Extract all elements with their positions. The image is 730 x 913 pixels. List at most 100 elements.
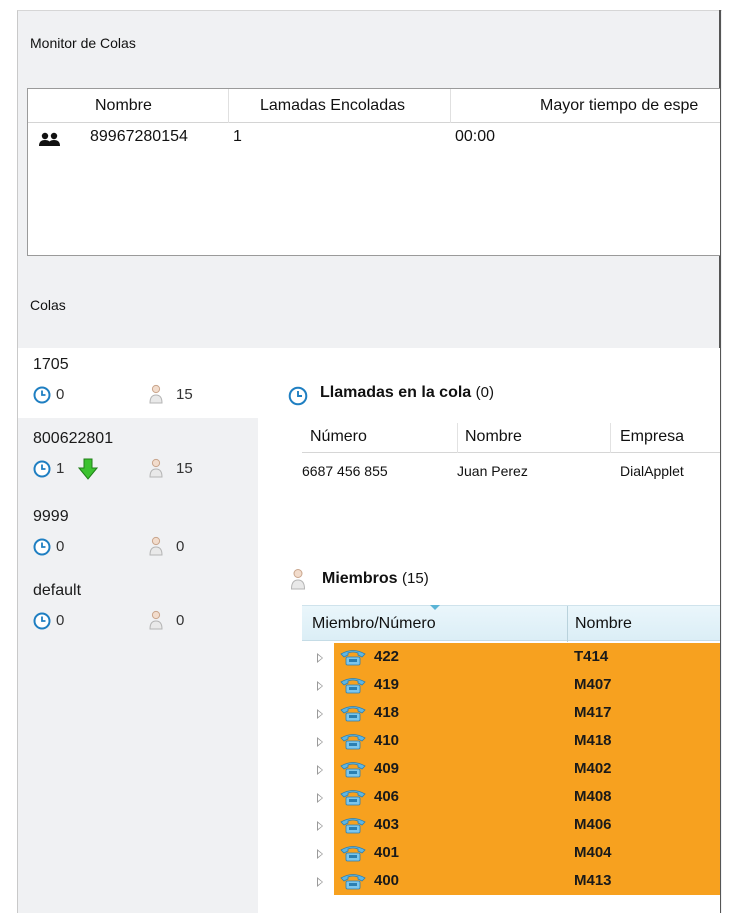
monitor-table: Nombre Lamadas Encoladas Mayor tiempo de… xyxy=(27,88,720,256)
member-row[interactable]: 400 M413 xyxy=(302,867,720,895)
person-icon xyxy=(290,569,306,590)
expand-icon[interactable] xyxy=(317,793,323,803)
member-name: M408 xyxy=(574,788,612,805)
waiting-count: 0 xyxy=(56,538,65,555)
queue-item[interactable]: 800622801 1 15 xyxy=(18,422,258,492)
colas-title: Colas xyxy=(30,297,66,313)
column-header-numero[interactable]: Número xyxy=(310,428,367,446)
queue-item[interactable]: 1705 0 15 xyxy=(18,348,258,418)
queue-name: default xyxy=(33,582,82,599)
column-separator[interactable] xyxy=(567,606,568,642)
phone-icon xyxy=(340,734,366,750)
queue-name-cell: 89967280154 xyxy=(90,128,188,145)
member-row[interactable]: 418 M417 xyxy=(302,699,720,727)
calls-title-text: Llamadas en la cola xyxy=(320,384,472,401)
clock-icon xyxy=(33,460,51,478)
call-empresa: DialApplet xyxy=(620,463,684,479)
expand-icon[interactable] xyxy=(317,653,323,663)
members-title-text: Miembros xyxy=(322,570,398,587)
member-row[interactable]: 410 M418 xyxy=(302,727,720,755)
clock-icon xyxy=(288,386,308,406)
members-table-header: Miembro/Número Nombre xyxy=(302,605,720,642)
table-row[interactable]: 89967280154 1 00:00 xyxy=(28,125,720,155)
member-row[interactable]: 406 M408 xyxy=(302,783,720,811)
person-icon xyxy=(149,610,163,630)
member-count: 0 xyxy=(176,538,185,555)
column-separator[interactable] xyxy=(457,423,458,453)
queue-item[interactable]: 9999 0 0 xyxy=(18,500,258,570)
clock-icon xyxy=(33,386,51,404)
member-number: 403 xyxy=(374,816,400,833)
waiting-count: 0 xyxy=(56,386,65,403)
call-nombre: Juan Perez xyxy=(457,463,528,479)
calls-count: (0) xyxy=(475,384,494,401)
member-name: M406 xyxy=(574,816,612,833)
clock-icon xyxy=(33,612,51,630)
member-count: 15 xyxy=(176,460,193,477)
queue-list: 1705 0 15 800622801 1 15 9999 0 0 defaul… xyxy=(18,348,258,913)
member-number: 418 xyxy=(374,704,400,721)
phone-icon xyxy=(340,846,366,862)
waiting-count: 0 xyxy=(56,612,65,629)
expand-icon[interactable] xyxy=(317,737,323,747)
queue-item[interactable]: default 0 0 xyxy=(18,574,258,644)
sort-indicator-icon xyxy=(430,605,440,610)
queue-name: 9999 xyxy=(33,508,69,525)
phone-icon xyxy=(340,762,366,778)
monitor-table-header: Nombre Lamadas Encoladas Mayor tiempo de… xyxy=(28,89,720,123)
member-name: M417 xyxy=(574,704,612,721)
member-name: T414 xyxy=(574,648,609,665)
column-separator[interactable] xyxy=(450,89,451,123)
calls-table-header: Número Nombre Empresa xyxy=(302,423,720,453)
phone-icon xyxy=(340,874,366,890)
expand-icon[interactable] xyxy=(317,765,323,775)
expand-icon[interactable] xyxy=(317,821,323,831)
member-number: 422 xyxy=(374,648,400,665)
member-row[interactable]: 409 M402 xyxy=(302,755,720,783)
waiting-count: 1 xyxy=(56,460,65,477)
member-number: 409 xyxy=(374,760,400,777)
member-name: M407 xyxy=(574,676,612,693)
group-icon xyxy=(38,132,62,151)
person-icon xyxy=(149,458,163,478)
phone-icon xyxy=(340,706,366,722)
expand-icon[interactable] xyxy=(317,877,323,887)
column-header-nombre[interactable]: Nombre xyxy=(95,97,152,115)
expand-icon[interactable] xyxy=(317,709,323,719)
member-number: 406 xyxy=(374,788,400,805)
column-header-miembro-numero[interactable]: Miembro/Número xyxy=(312,615,436,633)
person-icon xyxy=(149,536,163,556)
members-section-title: Miembros (15) xyxy=(322,570,429,588)
member-number: 410 xyxy=(374,732,400,749)
person-icon xyxy=(149,384,163,404)
member-row[interactable]: 403 M406 xyxy=(302,811,720,839)
member-count: 15 xyxy=(176,386,193,403)
column-header-empresa[interactable]: Empresa xyxy=(620,428,684,446)
table-row[interactable]: 6687 456 855 Juan Perez DialApplet xyxy=(302,460,720,484)
member-number: 400 xyxy=(374,872,400,889)
expand-icon[interactable] xyxy=(317,849,323,859)
member-number: 401 xyxy=(374,844,400,861)
member-row[interactable]: 401 M404 xyxy=(302,839,720,867)
queue-name: 800622801 xyxy=(33,430,114,447)
member-name: M418 xyxy=(574,732,612,749)
down-arrow-icon xyxy=(78,458,98,480)
members-count: (15) xyxy=(402,570,429,587)
clock-icon xyxy=(33,538,51,556)
phone-icon xyxy=(340,790,366,806)
column-separator[interactable] xyxy=(610,423,611,453)
phone-icon xyxy=(340,650,366,666)
expand-icon[interactable] xyxy=(317,681,323,691)
member-row[interactable]: 422 T414 xyxy=(302,643,720,671)
call-numero: 6687 456 855 xyxy=(302,463,388,479)
column-header-mayor-tiempo[interactable]: Mayor tiempo de espe xyxy=(540,97,698,115)
column-header-llamadas-encoladas[interactable]: Lamadas Encoladas xyxy=(260,97,405,115)
phone-icon xyxy=(340,818,366,834)
member-count: 0 xyxy=(176,612,185,629)
column-header-nombre[interactable]: Nombre xyxy=(465,428,522,446)
member-row[interactable]: 419 M407 xyxy=(302,671,720,699)
calls-section-title: Llamadas en la cola (0) xyxy=(320,384,494,402)
column-separator[interactable] xyxy=(228,89,229,123)
max-wait-cell: 00:00 xyxy=(455,128,496,145)
column-header-nombre[interactable]: Nombre xyxy=(575,615,632,633)
